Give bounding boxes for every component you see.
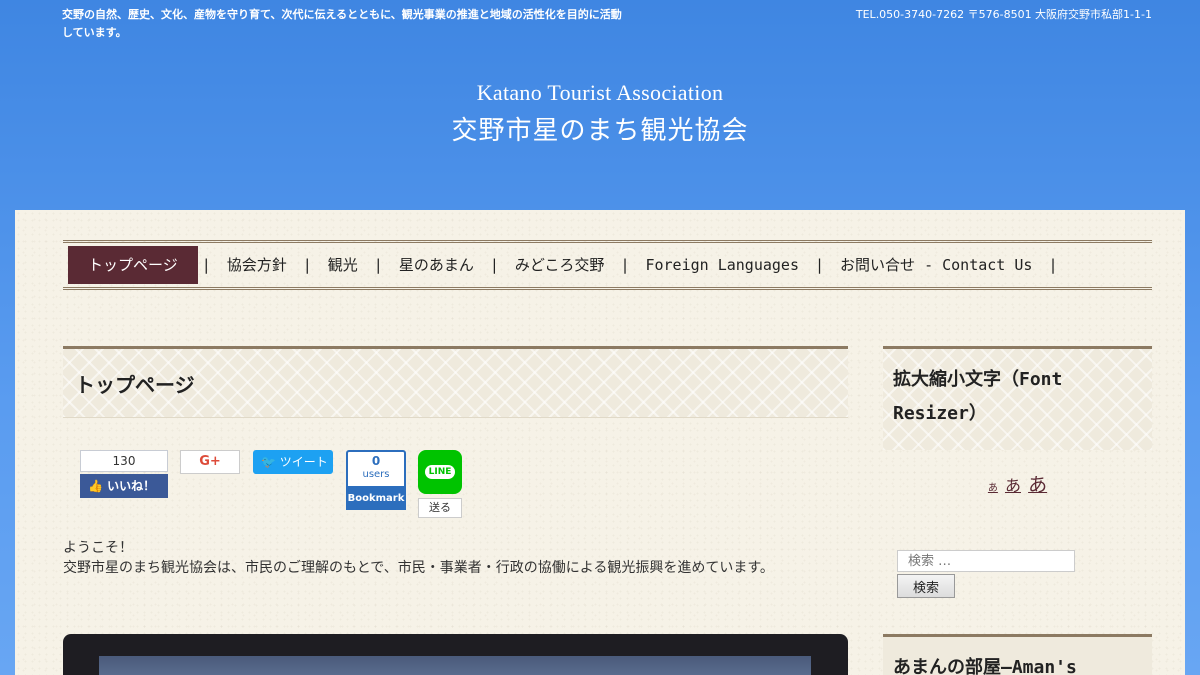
line-label: LINE — [424, 465, 456, 479]
nav-separator: | — [489, 256, 499, 274]
nav-item-top[interactable]: トップページ — [68, 246, 198, 284]
share-buttons: 130 👍 いいね！ G+ 🐦 ツイート 0 users Bookmark LI… — [80, 450, 500, 530]
google-plus-button[interactable]: G+ — [180, 450, 240, 474]
logo-japanese[interactable]: 交野市星のまち観光協会 — [0, 110, 1200, 147]
font-resizer-widget: 拡大縮小文字（Font Resizer） — [883, 346, 1152, 450]
hatena-count-box: 0 users — [346, 450, 406, 488]
nav-separator: | — [201, 256, 211, 274]
search-button[interactable]: 検索 — [897, 574, 955, 598]
nav-item-foreign-languages[interactable]: Foreign Languages — [633, 246, 811, 284]
welcome-text: ようこそ！ 交野市星のまち観光協会は、市民のご理解のもとで、市民・事業者・行政の… — [63, 538, 843, 578]
site-header: 交野の自然、歴史、文化、産物を守り育て、次代に伝えるとともに、観光事業の推進と地… — [0, 0, 1200, 210]
welcome-description: 交野市星のまち観光協会は、市民のご理解のもとで、市民・事業者・行政の協働による観… — [63, 560, 774, 576]
nav-item-hoshi-no-aman[interactable]: 星のあまん — [387, 246, 486, 284]
line-share-widget[interactable]: LINE 送る — [418, 450, 464, 522]
nav-item-sightseeing[interactable]: 観光 — [316, 246, 370, 284]
nav-item-contact[interactable]: お問い合せ - Contact Us — [828, 246, 1044, 284]
thumbs-up-icon: 👍 — [88, 479, 103, 493]
facebook-like-count: 130 — [80, 450, 168, 472]
logo-english[interactable]: Katano Tourist Association — [0, 80, 1200, 106]
facebook-like-widget[interactable]: 130 👍 いいね！ — [80, 450, 168, 498]
facebook-like-button[interactable]: 👍 いいね！ — [80, 474, 168, 498]
hero-image — [99, 656, 811, 675]
font-size-large-link[interactable]: あ — [1028, 474, 1047, 496]
content-panel: トップページ | 協会方針 | 観光 | 星のあまん | みどころ交野 | Fo… — [15, 210, 1185, 675]
font-resizer-title: 拡大縮小文字（Font Resizer） — [893, 369, 1063, 424]
nav-item-policy[interactable]: 協会方針 — [215, 246, 299, 284]
main-nav: トップページ | 協会方針 | 観光 | 星のあまん | みどころ交野 | Fo… — [63, 240, 1152, 290]
aman-room-widget: あまんの部屋―Aman's — [883, 634, 1152, 675]
site-tagline: 交野の自然、歴史、文化、産物を守り育て、次代に伝えるとともに、観光事業の推進と地… — [62, 8, 622, 39]
aman-room-title: あまんの部屋―Aman's — [893, 657, 1077, 675]
font-resizer-controls: あ あ あ — [883, 470, 1152, 497]
tweet-label: ツイート — [279, 455, 328, 469]
nav-separator: | — [302, 256, 312, 274]
hatena-users-label: users — [362, 469, 390, 480]
nav-item-midokoro[interactable]: みどころ交野 — [503, 246, 617, 284]
font-size-medium-link[interactable]: あ — [1005, 476, 1021, 495]
line-send-button[interactable]: 送る — [418, 498, 462, 518]
tweet-button[interactable]: 🐦 ツイート — [253, 450, 333, 474]
welcome-greeting: ようこそ！ — [63, 540, 133, 556]
page-title-box: トップページ — [63, 346, 848, 418]
page-title: トップページ — [75, 373, 195, 397]
twitter-bird-icon: 🐦 — [261, 455, 276, 469]
nav-separator: | — [1048, 256, 1058, 274]
contact-info: TEL.050-3740-7262 〒576-8501 大阪府交野市私部1-1-… — [855, 8, 1152, 21]
line-icon[interactable]: LINE — [418, 450, 462, 494]
font-size-small-link[interactable]: あ — [988, 483, 998, 494]
nav-separator: | — [815, 256, 825, 274]
facebook-like-label: いいね！ — [107, 479, 156, 493]
hatena-bookmark-button[interactable]: 0 users Bookmark — [346, 450, 406, 510]
nav-separator: | — [373, 256, 383, 274]
hatena-count: 0 — [371, 454, 381, 468]
search-input[interactable] — [897, 550, 1075, 572]
hero-slideshow — [63, 634, 848, 675]
site-logo[interactable]: Katano Tourist Association 交野市星のまち観光協会 — [0, 80, 1200, 147]
hatena-bookmark-label: Bookmark — [346, 488, 406, 510]
nav-separator: | — [620, 256, 630, 274]
